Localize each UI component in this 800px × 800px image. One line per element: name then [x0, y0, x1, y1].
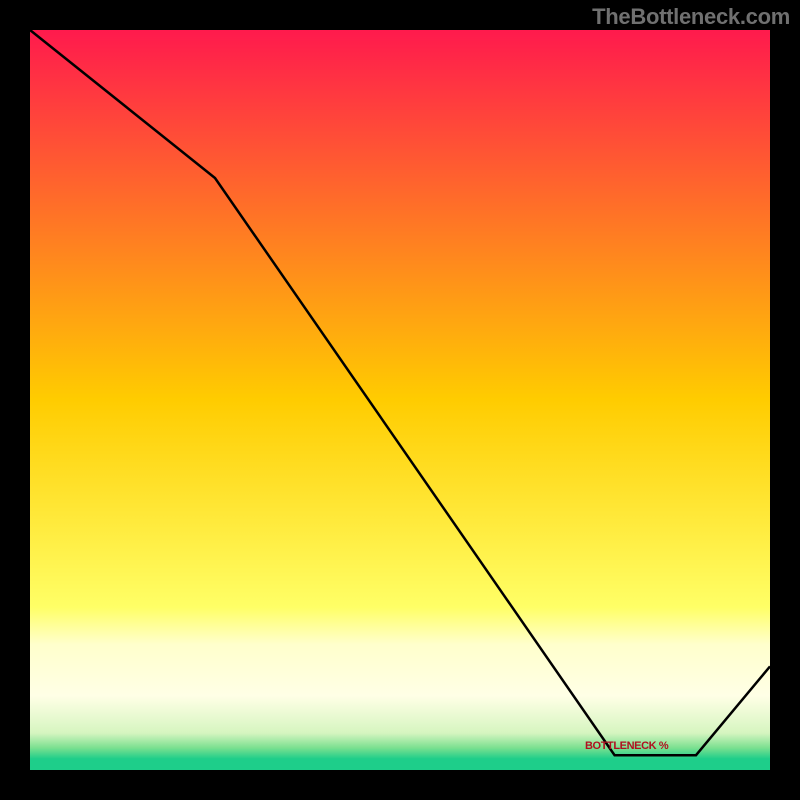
- plot-label: BOTTLENECK %: [585, 740, 668, 752]
- chart-frame: BOTTLENECK %: [30, 30, 770, 770]
- attribution-text: TheBottleneck.com: [592, 4, 790, 30]
- chart-background: [30, 30, 770, 770]
- chart-plot: [30, 30, 770, 770]
